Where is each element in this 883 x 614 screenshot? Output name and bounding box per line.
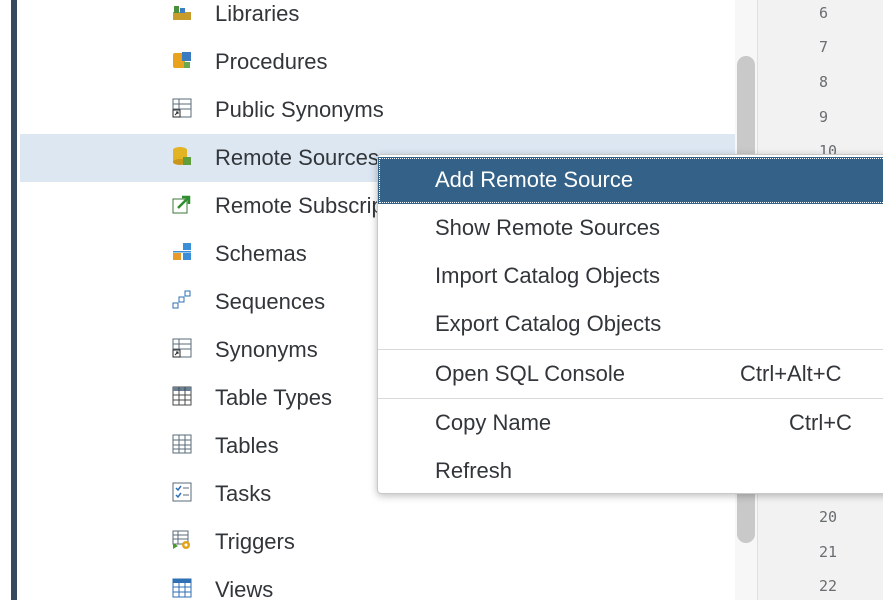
menu-item-refresh[interactable]: Refresh [378,448,883,495]
menu-item-show-remote-sources[interactable]: Show Remote Sources [378,205,883,252]
tree-item-label: Sequences [215,289,326,314]
table-type-icon [172,386,192,406]
tree-item-label: Views [215,577,274,602]
tree-item-public-synonyms[interactable]: Public Synonyms [20,86,735,134]
context-menu: Add Remote Source Show Remote Sources Im… [377,154,883,494]
menu-item-label: Refresh [435,458,513,483]
menu-item-label: Import Catalog Objects [435,263,660,288]
menu-item-export-catalog-objects[interactable]: Export Catalog Objects [378,301,883,348]
public-synonym-icon [172,98,192,118]
menu-item-shortcut: Ctrl+C [789,410,852,435]
line-number: 7 [819,38,829,56]
synonym-icon [172,338,192,358]
line-number: 22 [819,577,838,595]
line-number: 20 [819,508,838,526]
line-number: 21 [819,543,838,561]
menu-item-open-sql-console[interactable]: Open SQL Console Ctrl+Alt+C [378,351,883,398]
tree-item-label: Procedures [215,49,328,74]
menu-item-label: Show Remote Sources [435,215,660,240]
tree-item-procedures[interactable]: Procedures [20,38,735,86]
procedure-icon [173,52,191,68]
tree-item-label: Triggers [215,529,295,554]
tree-item-label: Table Types [215,385,333,410]
tree-item-label: Libraries [215,1,300,26]
tree-item-label: Public Synonyms [215,97,384,122]
task-icon [172,482,192,502]
table-icon [172,434,192,454]
sequence-icon [172,290,191,309]
remote-source-icon [173,147,191,165]
menu-item-label: Open SQL Console [435,361,625,386]
trigger-icon [172,530,190,549]
menu-item-label: Export Catalog Objects [435,311,662,336]
view-icon [172,578,192,598]
line-number: 8 [819,73,829,91]
menu-separator [378,398,883,399]
library-icon [173,6,191,20]
tree-item-triggers[interactable]: Triggers [20,518,735,566]
menu-item-label: Copy Name [435,410,552,435]
tree-item-label: Tasks [215,481,272,506]
tree-item-label: Synonyms [215,337,318,362]
tree-item-libraries[interactable]: Libraries [20,0,735,38]
menu-item-add-remote-source[interactable]: Add Remote Source [378,157,883,204]
remote-subscription-icon [172,195,191,214]
menu-item-shortcut: Ctrl+Alt+C [740,361,842,386]
line-number: 6 [819,4,829,22]
tree-item-label: Tables [215,433,279,458]
menu-item-import-catalog-objects[interactable]: Import Catalog Objects [378,253,883,300]
menu-item-copy-name[interactable]: Copy Name Ctrl+C [378,400,883,447]
tree-item-label: Remote Sources [215,145,379,170]
menu-separator [378,349,883,350]
tree-item-label: Schemas [215,241,307,266]
tree-item-views[interactable]: Views [20,566,735,614]
menu-item-label: Add Remote Source [435,167,634,192]
line-number: 9 [819,108,829,126]
schema-icon [173,243,191,260]
